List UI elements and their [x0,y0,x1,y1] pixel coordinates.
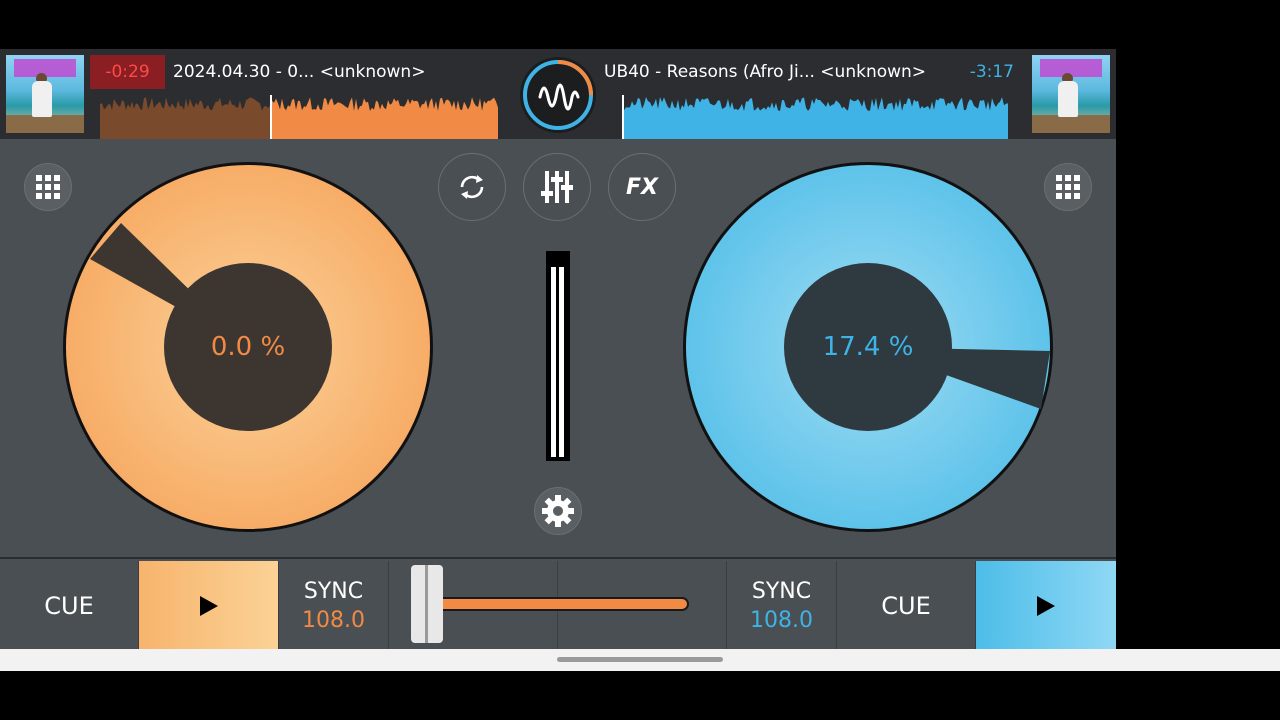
crossfader[interactable] [389,561,727,649]
loop-icon [460,175,484,199]
fx-button[interactable]: FX [608,153,676,221]
cue-label-left: CUE [44,592,94,620]
album-art-right[interactable] [1032,55,1110,133]
crossfader-knob[interactable] [411,565,443,643]
level-meter [546,251,570,461]
waveform-right[interactable] [614,93,1010,139]
play-icon [1037,596,1055,616]
album-art-left[interactable] [6,55,84,133]
settings-button[interactable] [534,487,582,535]
track-title-left[interactable]: 2024.04.30 - 0... <unknown> [173,55,425,89]
grid-button-left[interactable] [24,163,72,211]
jog-wheel-right[interactable]: 17.4 % [683,162,1053,532]
app-logo-icon[interactable] [520,57,596,133]
sync-button-right[interactable]: SYNC 108.0 [727,561,837,649]
mixer-sliders-icon [541,171,573,203]
bpm-left: 108.0 [302,608,365,633]
grid-button-right[interactable] [1044,163,1092,211]
home-gesture-handle[interactable] [557,657,723,662]
fx-icon: FX [626,174,658,200]
dj-app: -0:29 2024.04.30 - 0... <unknown> UB40 -… [0,49,1116,649]
time-remaining-right: -3:17 [969,62,1014,82]
settings-gear-icon [542,495,574,527]
cue-label-right: CUE [881,592,931,620]
cue-button-right[interactable]: CUE [837,561,976,649]
play-icon [199,596,218,616]
pitch-display-left: 0.0 % [164,263,332,431]
waveform-left[interactable] [100,93,500,139]
play-button-right[interactable] [976,561,1116,649]
track-title-right[interactable]: UB40 - Reasons (Afro Ji... <unknown> [604,55,926,89]
time-remaining-left: -0:29 [90,55,165,89]
play-button-left[interactable] [139,561,279,649]
sync-button-left[interactable]: SYNC 108.0 [279,561,389,649]
crossfader-track [427,599,687,609]
transport-bar: CUE SYNC 108.0 SYNC 108.0 CUE [0,557,1116,649]
system-nav-bar [0,649,1280,671]
sync-label-left: SYNC [303,579,364,604]
grid-icon [1056,175,1080,199]
mixer-button[interactable] [523,153,591,221]
bpm-right: 108.0 [750,608,813,633]
jog-wheel-left[interactable]: 0.0 % [63,162,433,532]
cue-button-left[interactable]: CUE [0,561,139,649]
sync-label-right: SYNC [751,579,812,604]
loop-button[interactable] [438,153,506,221]
pitch-display-right: 17.4 % [784,263,952,431]
track-info-bar: -0:29 2024.04.30 - 0... <unknown> UB40 -… [0,49,1116,139]
grid-icon [36,175,60,199]
